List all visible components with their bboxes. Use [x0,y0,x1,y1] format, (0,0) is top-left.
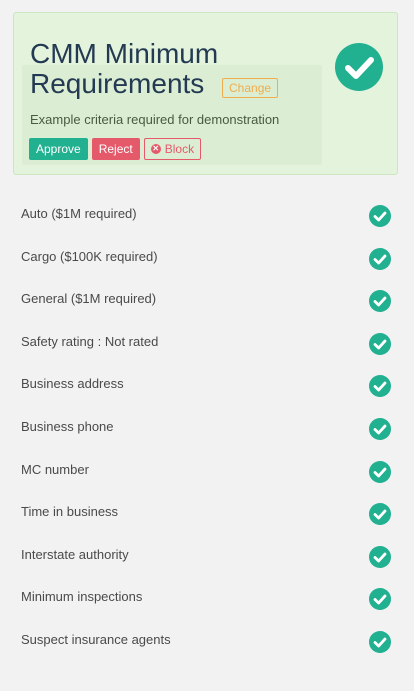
list-item: Business phone [0,405,414,448]
reject-button[interactable]: Reject [91,138,140,160]
requirement-label: Suspect insurance agents [21,631,171,647]
requirement-label: Business address [21,376,124,392]
requirement-label: Cargo ($100K required) [21,248,158,264]
requirement-label: General ($1M required) [21,291,157,307]
check-circle-icon [369,545,391,568]
check-circle-icon [369,503,391,526]
check-circle-icon [369,375,391,398]
requirements-summary-card: CMM Minimum Requirements Change Example … [13,12,398,175]
list-item: Suspect insurance agents [0,618,414,661]
list-item: Time in business [0,490,414,533]
approve-button[interactable]: Approve [29,138,88,160]
check-circle-icon [369,290,391,313]
list-item: Business address [0,362,414,405]
list-item: MC number [0,448,414,491]
list-item: Cargo ($100K required) [0,235,414,278]
requirement-label: Business phone [21,418,114,434]
list-item: Minimum inspections [0,575,414,618]
requirement-label: Auto ($1M required) [21,206,137,221]
requirement-label: Interstate authority [21,546,129,562]
list-item: Safety rating : Not rated [0,320,414,363]
block-button[interactable]: ✕ Block [143,138,202,160]
list-item: Interstate authority [0,533,414,576]
list-item: General ($1M required) [0,277,414,320]
check-circle-icon [335,43,383,91]
page-subtitle: Example criteria required for demonstrat… [30,112,280,127]
check-circle-icon [369,332,391,355]
action-buttons: Approve Reject ✕ Block [29,138,202,160]
check-circle-icon [369,588,391,611]
requirement-label: Time in business [21,504,119,520]
requirement-label: MC number [21,461,89,477]
check-circle-icon [369,460,391,483]
requirement-label: Safety rating : Not rated [21,333,159,349]
check-circle-icon [369,417,391,440]
check-circle-icon [369,205,391,227]
change-button[interactable]: Change [222,78,279,98]
page-title: CMM Minimum Requirements [30,38,219,99]
block-button-label: Block [164,142,195,156]
x-circle-icon: ✕ [150,144,161,154]
check-circle-icon [369,630,391,653]
check-circle-icon [369,247,391,270]
list-item: Auto ($1M required) [0,192,414,235]
requirements-list: Auto ($1M required) Cargo ($100K required… [0,192,414,661]
requirement-label: Minimum inspections [21,589,143,605]
